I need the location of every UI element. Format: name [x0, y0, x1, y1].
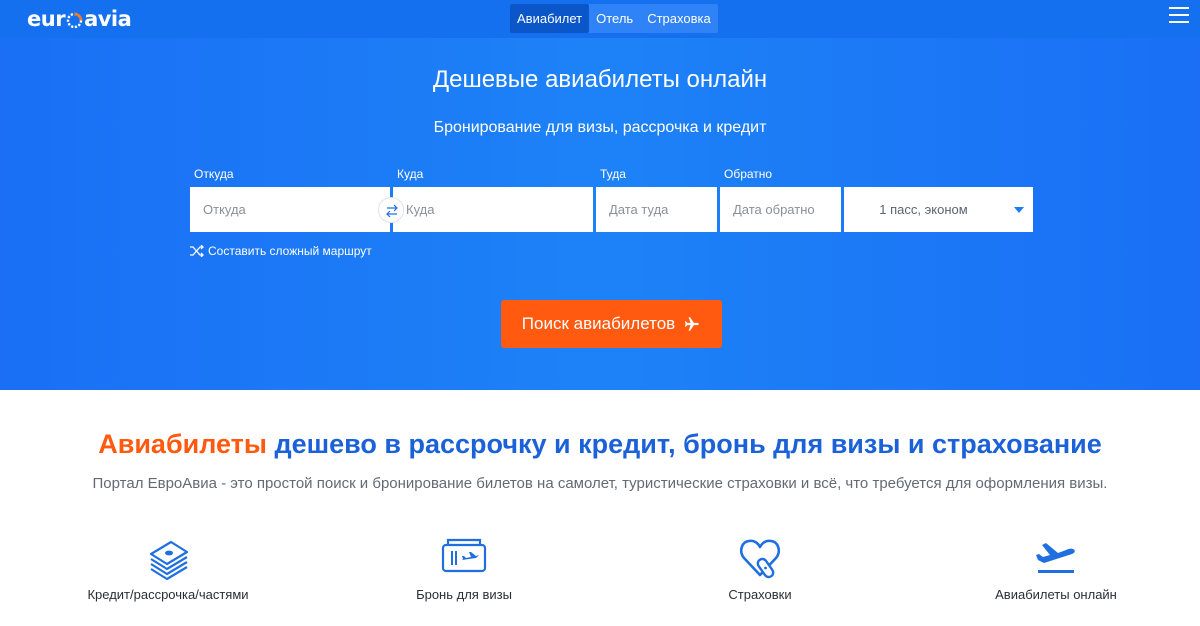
return-label: Обратно — [724, 167, 773, 181]
return-date-field[interactable]: Дата обратно — [720, 187, 841, 232]
depart-label: Туда — [600, 167, 626, 181]
headline-rest: дешево в рассрочку и кредит, бронь для в… — [266, 429, 1102, 459]
to-field[interactable]: Куда — [393, 187, 593, 232]
feature-flights-online[interactable]: Авиабилеты онлайн — [946, 534, 1166, 602]
feature-credit[interactable]: Кредит/рассрочка/частями — [58, 534, 278, 602]
tab-flights[interactable]: Авиабилет — [510, 4, 590, 33]
hero-section: eur avia Авиабилет Отель Страховка Дешев… — [0, 0, 1200, 390]
swap-arrows-icon[interactable] — [378, 197, 404, 223]
shuffle-icon — [190, 245, 204, 257]
hamburger-icon[interactable] — [1169, 7, 1189, 24]
complex-route-link[interactable]: Составить сложный маршрут — [189, 244, 372, 258]
ticket-icon — [441, 538, 487, 573]
feature-insurance-label: Страховки — [728, 587, 792, 602]
service-tabs: Авиабилет Отель Страховка — [510, 4, 718, 33]
from-label: Откуда — [194, 167, 234, 181]
feature-visa-booking[interactable]: Бронь для визы — [354, 534, 574, 602]
chevron-down-icon — [1014, 207, 1024, 213]
tab-insurance[interactable]: Страховка — [640, 4, 718, 33]
page-headline: Авиабилеты дешево в рассрочку и кредит, … — [0, 429, 1200, 460]
page-description: Портал ЕвроАвиа - это простой поиск и бр… — [92, 475, 1108, 492]
complex-route-label: Составить сложный маршрут — [208, 244, 372, 258]
airplane-icon — [685, 317, 699, 331]
feature-flights-label: Авиабилеты онлайн — [995, 587, 1117, 602]
to-label: Куда — [397, 167, 424, 181]
from-field[interactable]: Откуда — [190, 187, 390, 232]
depart-date-field[interactable]: Дата туда — [596, 187, 717, 232]
hero-subtitle: Бронирование для визы, рассрочка и креди… — [433, 119, 767, 136]
headline-accent: Авиабилеты — [98, 429, 267, 459]
feature-credit-label: Кредит/рассрочка/частями — [87, 587, 249, 602]
money-stack-icon — [149, 540, 189, 580]
heart-bandage-icon — [739, 539, 781, 579]
feature-visa-label: Бронь для визы — [416, 587, 512, 602]
passengers-select[interactable]: 1 пасс, эконом — [844, 187, 1033, 232]
search-flights-button[interactable]: Поиск авиабилетов — [501, 300, 722, 348]
tab-hotel[interactable]: Отель — [589, 4, 640, 33]
logo-text-left: eur — [27, 7, 66, 31]
euroavia-logo[interactable]: eur avia — [27, 6, 132, 32]
hero-title: Дешевые авиабилеты онлайн — [432, 66, 768, 93]
search-button-label: Поиск авиабилетов — [521, 314, 676, 333]
feature-insurance[interactable]: Страховки — [650, 534, 870, 602]
logo-text-right: avia — [84, 7, 132, 31]
top-navbar: eur avia Авиабилет Отель Страховка — [0, 0, 1200, 38]
logo-ring-icon — [66, 12, 83, 29]
plane-takeoff-icon — [1036, 543, 1075, 573]
